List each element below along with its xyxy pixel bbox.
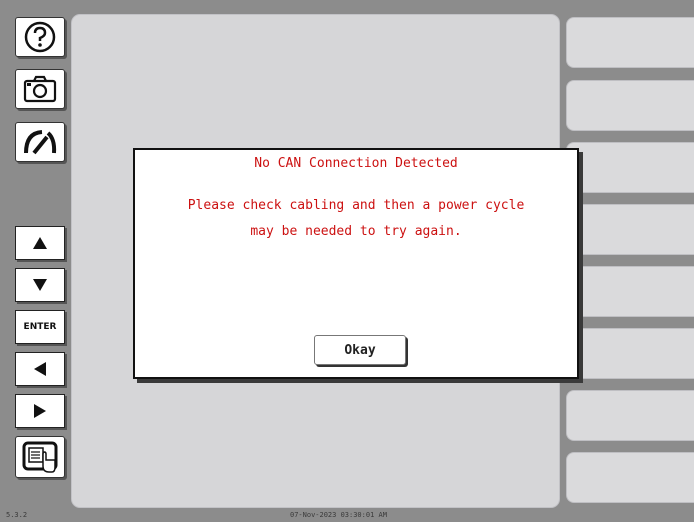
down-arrow-button[interactable] — [15, 268, 65, 302]
camera-icon — [23, 75, 57, 103]
left-arrow-button[interactable] — [15, 352, 65, 386]
softkey-5[interactable] — [566, 266, 694, 317]
triangle-left-icon — [34, 362, 46, 376]
touchscreen-icon — [22, 441, 58, 473]
softkey-6[interactable] — [566, 328, 694, 379]
okay-button[interactable]: Okay — [314, 335, 406, 365]
softkey-2[interactable] — [566, 80, 694, 131]
triangle-right-icon — [34, 404, 46, 418]
gauge-icon — [24, 130, 57, 155]
dialog-message-line-2: may be needed to try again. — [250, 224, 462, 239]
dialog-message: Please check cabling and then a power cy… — [135, 186, 577, 251]
softkey-4[interactable] — [566, 204, 694, 255]
version-label: 5.3.2 — [6, 511, 28, 519]
softkey-8[interactable] — [566, 452, 694, 503]
triangle-up-icon — [33, 237, 47, 249]
triangle-down-icon — [33, 279, 47, 291]
right-arrow-button[interactable] — [15, 394, 65, 428]
softkey-3[interactable] — [566, 142, 694, 193]
softkey-1[interactable] — [566, 17, 694, 68]
alert-dialog: No CAN Connection Detected Please check … — [133, 148, 579, 379]
help-icon — [24, 21, 56, 53]
up-arrow-button[interactable] — [15, 226, 65, 260]
softkey-7[interactable] — [566, 390, 694, 441]
screenshot-button[interactable] — [15, 69, 65, 109]
dialog-title: No CAN Connection Detected — [254, 156, 458, 171]
enter-button[interactable]: ENTER — [15, 310, 65, 344]
help-button[interactable] — [15, 17, 65, 57]
dashboard-button[interactable] — [15, 122, 65, 162]
datetime-label: 07-Nov-2023 03:30:01 AM — [290, 511, 387, 519]
touchscreen-button[interactable] — [15, 436, 65, 478]
dialog-message-line-1: Please check cabling and then a power cy… — [187, 198, 525, 213]
